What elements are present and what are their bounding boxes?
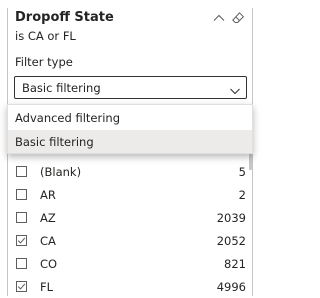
filter-type-options-menu: Advanced filtering Basic filtering [7,104,253,154]
value-label: AZ [40,211,56,225]
checkbox[interactable] [16,166,27,177]
chevron-down-icon [229,82,241,95]
value-row-ar[interactable]: AR 2 [16,184,246,206]
filter-type-selected-value: Basic filtering [22,81,101,95]
value-label: (Blank) [40,165,82,179]
value-row-fl[interactable]: FL 4996 [16,276,246,298]
value-row-ca[interactable]: CA 2052 [16,230,246,252]
value-label: CO [40,257,58,271]
value-label: FL [40,280,54,294]
value-label: CA [40,234,56,248]
filter-type-dropdown[interactable]: Basic filtering [14,76,247,99]
filter-pane-frame: Dropoff State is CA or FL Filter type Ba… [0,0,269,296]
value-count: 5 [238,165,246,179]
value-count: 2 [238,188,246,202]
option-basic-filtering[interactable]: Basic filtering [8,130,252,153]
value-row-az[interactable]: AZ 2039 [16,207,246,229]
filter-card-subtitle: is CA or FL [15,29,76,43]
filter-type-label: Filter type [15,55,73,69]
checkbox-checked[interactable] [16,281,27,292]
option-label: Advanced filtering [15,111,120,125]
checkbox[interactable] [16,258,27,269]
checkmark-icon [17,237,26,244]
checkbox[interactable] [16,189,27,200]
eraser-icon[interactable] [231,10,245,24]
value-count: 821 [224,257,246,271]
value-count: 2039 [216,211,246,225]
option-advanced-filtering[interactable]: Advanced filtering [8,106,252,129]
value-count: 2052 [216,234,246,248]
value-label: AR [40,188,56,202]
value-row-blank[interactable]: (Blank) 5 [16,161,246,183]
checkbox[interactable] [16,212,27,223]
value-count: 4996 [216,280,246,294]
scrollbar-thumb[interactable] [249,152,252,170]
value-row-co[interactable]: CO 821 [16,253,246,275]
checkmark-icon [17,283,26,290]
filter-card-title: Dropoff State [15,10,114,25]
option-label: Basic filtering [15,135,94,149]
chevron-up-icon[interactable] [212,10,226,24]
checkbox-checked[interactable] [16,235,27,246]
